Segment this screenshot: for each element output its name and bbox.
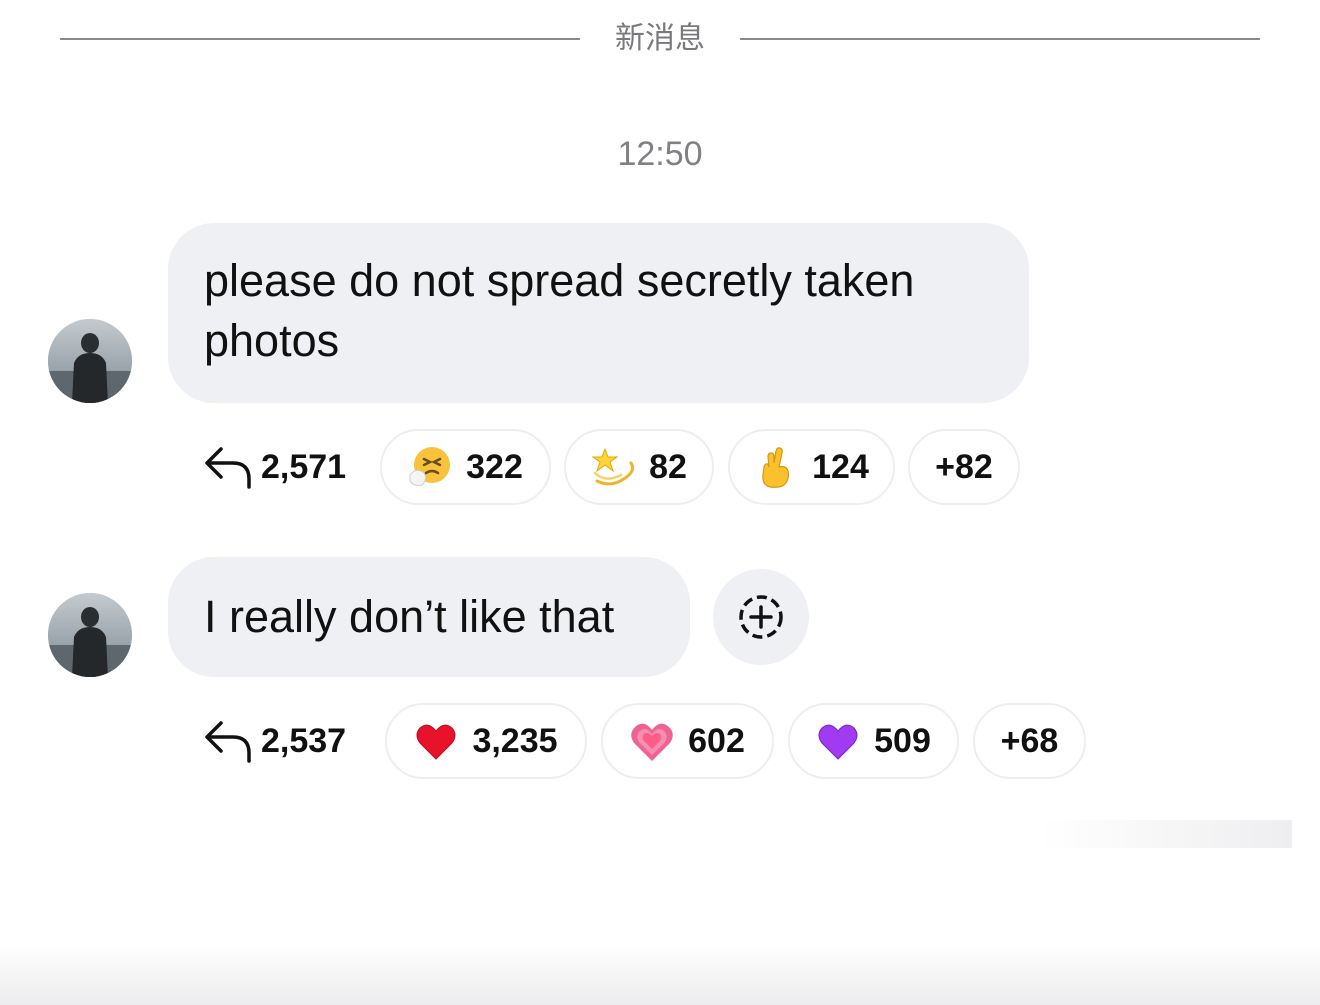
reaction-count: 322 (466, 447, 523, 486)
reply-arrow-icon (205, 447, 251, 489)
more-reactions-button[interactable]: +68 (973, 703, 1086, 779)
add-reaction-button[interactable] (713, 569, 809, 665)
reaction-count: 124 (812, 447, 869, 486)
more-reactions-count: +82 (935, 447, 993, 486)
more-reactions-button[interactable]: +82 (908, 429, 1020, 505)
reply-count: 2,571 (261, 447, 347, 486)
dizzy-star-icon (591, 447, 635, 486)
divider-line-left (60, 38, 580, 40)
faint-watermark (1040, 820, 1292, 848)
new-messages-divider: 新消息 (60, 20, 1260, 58)
message-timestamp: 12:50 (617, 135, 703, 173)
reply-arrow-icon (205, 721, 251, 763)
reaction-pill[interactable]: 82 (564, 429, 714, 505)
more-reactions-count: +68 (1000, 721, 1059, 760)
reaction-pill[interactable]: 602 (601, 703, 774, 779)
reaction-pill[interactable]: 322 (380, 429, 551, 505)
reaction-count: 82 (649, 447, 687, 486)
avatar[interactable] (48, 319, 132, 403)
red-heart-icon (416, 724, 456, 760)
reaction-count: 602 (688, 721, 745, 760)
bottom-fade (0, 945, 1320, 1005)
add-reaction-icon (739, 595, 783, 639)
reaction-count: 509 (874, 721, 931, 760)
divider-label: 新消息 (615, 21, 705, 56)
message-bubble[interactable]: I really don’t like that (168, 557, 690, 677)
purple-heart-icon (818, 724, 858, 760)
message-text-line: please do not spread secretly taken (204, 255, 915, 306)
reaction-pill[interactable]: 3,235 (385, 703, 587, 779)
growing-heart-icon (631, 723, 673, 761)
divider-line-right (740, 38, 1260, 40)
message-text: I really don’t like that (204, 591, 615, 642)
reply-button[interactable]: 2,537 (203, 701, 346, 781)
sneezing-face-icon (409, 447, 451, 486)
reply-button[interactable]: 2,571 (203, 427, 346, 507)
reply-count: 2,537 (261, 721, 347, 760)
message-text-line: photos (204, 315, 340, 366)
crossed-fingers-icon (762, 447, 790, 488)
avatar[interactable] (48, 593, 132, 677)
reaction-pill[interactable]: 124 (728, 429, 895, 505)
message-bubble[interactable]: please do not spread secretly taken phot… (168, 223, 1029, 403)
reaction-pill[interactable]: 509 (788, 703, 959, 779)
reaction-count: 3,235 (472, 721, 558, 760)
